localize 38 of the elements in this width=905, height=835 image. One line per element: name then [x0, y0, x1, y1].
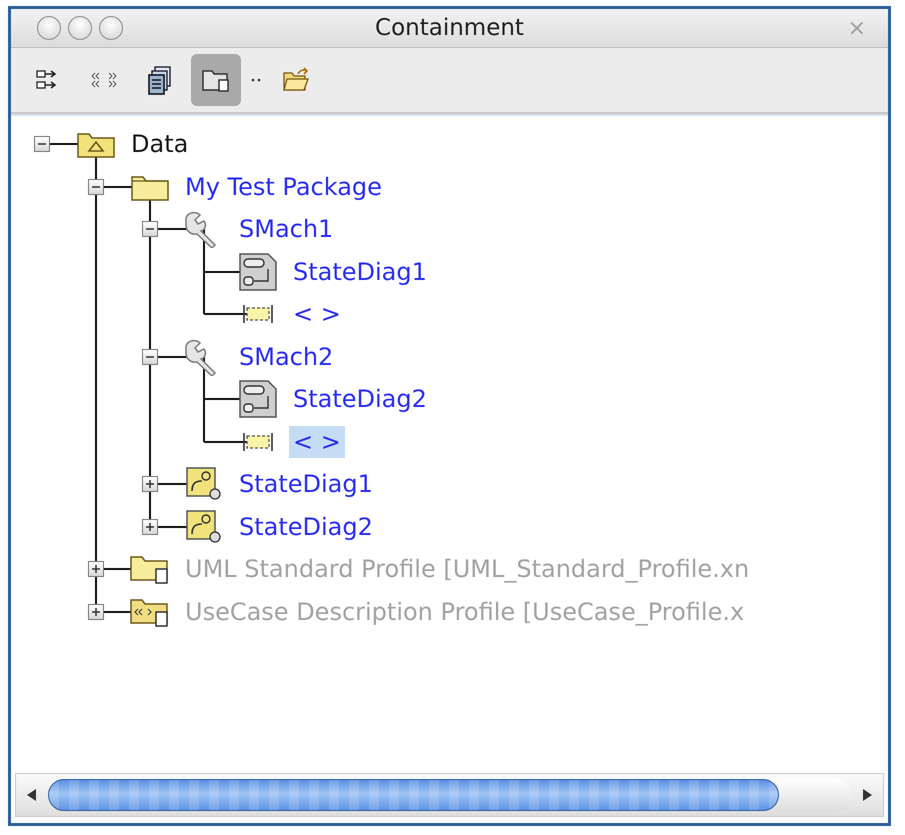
region-icon: [242, 430, 274, 453]
state-diagram-icon: [239, 380, 277, 418]
tree-item[interactable]: StateDiag2: [235, 510, 377, 543]
open-folder-icon: [282, 67, 310, 93]
collapse-toggle[interactable]: [142, 348, 158, 365]
window-control[interactable]: [99, 16, 123, 40]
tree-item[interactable]: Data: [127, 128, 192, 160]
diagram-icon: [186, 510, 222, 544]
plus-icon: [145, 522, 155, 532]
right-arrow-icon: [862, 789, 872, 801]
tree-item[interactable]: StateDiag1: [235, 468, 377, 500]
collapse-toggle[interactable]: [34, 136, 50, 152]
tree-item[interactable]: SMach2: [235, 340, 338, 373]
tree-item[interactable]: < >: [289, 298, 345, 330]
plus-icon: [91, 564, 101, 574]
horizontal-scrollbar[interactable]: [15, 773, 884, 817]
tree-item[interactable]: StateDiag2: [289, 383, 431, 416]
region-icon: [242, 303, 274, 326]
tree-item[interactable]: SMach1: [235, 213, 338, 246]
tree-item[interactable]: StateDiag1: [289, 256, 431, 288]
collapse-toggle[interactable]: [88, 178, 104, 195]
separator-icon: [251, 78, 261, 82]
window-control[interactable]: [68, 16, 92, 40]
scroll-thumb[interactable]: [48, 779, 779, 811]
state-diagram-icon: [239, 252, 277, 291]
tree-item[interactable]: < >: [289, 426, 345, 458]
expand-toggle[interactable]: [142, 476, 158, 492]
window-title: Containment: [375, 15, 524, 41]
stereotype-icon: [91, 71, 117, 89]
plus-icon: [91, 606, 101, 617]
toolbar-button[interactable]: [191, 54, 241, 106]
plus-icon: [145, 479, 155, 490]
diagram-icon: [186, 467, 222, 502]
window-control[interactable]: [37, 16, 61, 40]
tree-item[interactable]: My Test Package: [181, 170, 386, 203]
collapse-toggle[interactable]: [142, 221, 158, 238]
left-arrow-icon: [27, 789, 37, 801]
expand-toggle[interactable]: [142, 518, 158, 535]
